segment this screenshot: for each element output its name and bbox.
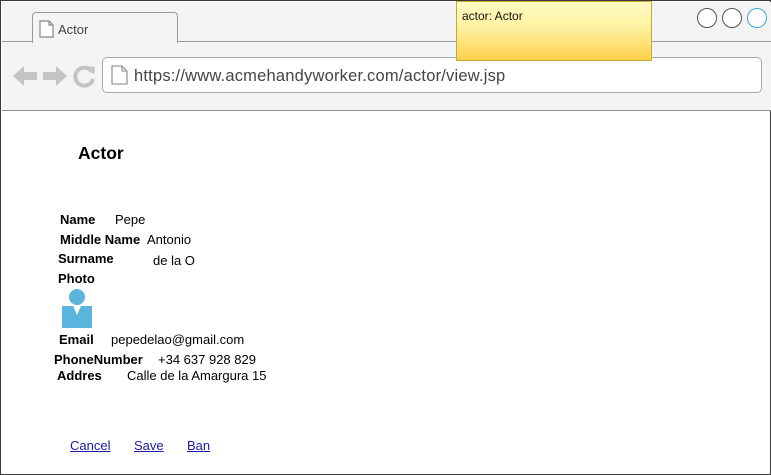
name-value: Pepe [115,212,146,227]
browser-tab[interactable]: Actor [32,12,178,43]
browser-window: Actor https://www.acmehandyworker.com/ac… [0,0,771,475]
middle-name-value: Antonio [147,232,192,247]
page-title: Actor [78,143,124,163]
user-avatar-icon [62,288,92,333]
ban-link[interactable]: Ban [187,438,210,453]
browser-chrome: Actor https://www.acmehandyworker.com/ac… [2,2,771,111]
cancel-link[interactable]: Cancel [70,438,110,453]
window-button-1[interactable] [697,8,717,28]
tab-title: Actor [58,22,89,37]
phone-label: PhoneNumber [54,352,143,367]
surname-label: Surname [58,251,114,266]
address-label: Addres [57,368,102,383]
arrow-left-icon[interactable] [12,64,38,93]
sticky-note: actor: Actor [456,1,652,61]
arrow-right-icon[interactable] [42,64,68,93]
middle-name-label: Middle Name [60,232,141,247]
address-bar[interactable]: https://www.acmehandyworker.com/actor/vi… [102,57,762,93]
window-button-3[interactable] [747,8,767,28]
window-button-2[interactable] [722,8,742,28]
reload-icon[interactable] [73,64,97,93]
url-text: https://www.acmehandyworker.com/actor/vi… [134,67,506,85]
sticky-note-text: actor: Actor [462,9,523,23]
phone-value: +34 637 928 829 [158,352,256,367]
save-link[interactable]: Save [134,438,164,453]
photo-label: Photo [58,271,95,286]
email-label: Email [59,332,94,347]
address-value: Calle de la Amargura 15 [127,368,267,383]
email-value: pepedelao@gmail.com [111,332,245,347]
page-icon [111,65,128,90]
document-icon [39,20,54,43]
surname-value: de la O [153,253,195,268]
name-label: Name [60,212,96,227]
